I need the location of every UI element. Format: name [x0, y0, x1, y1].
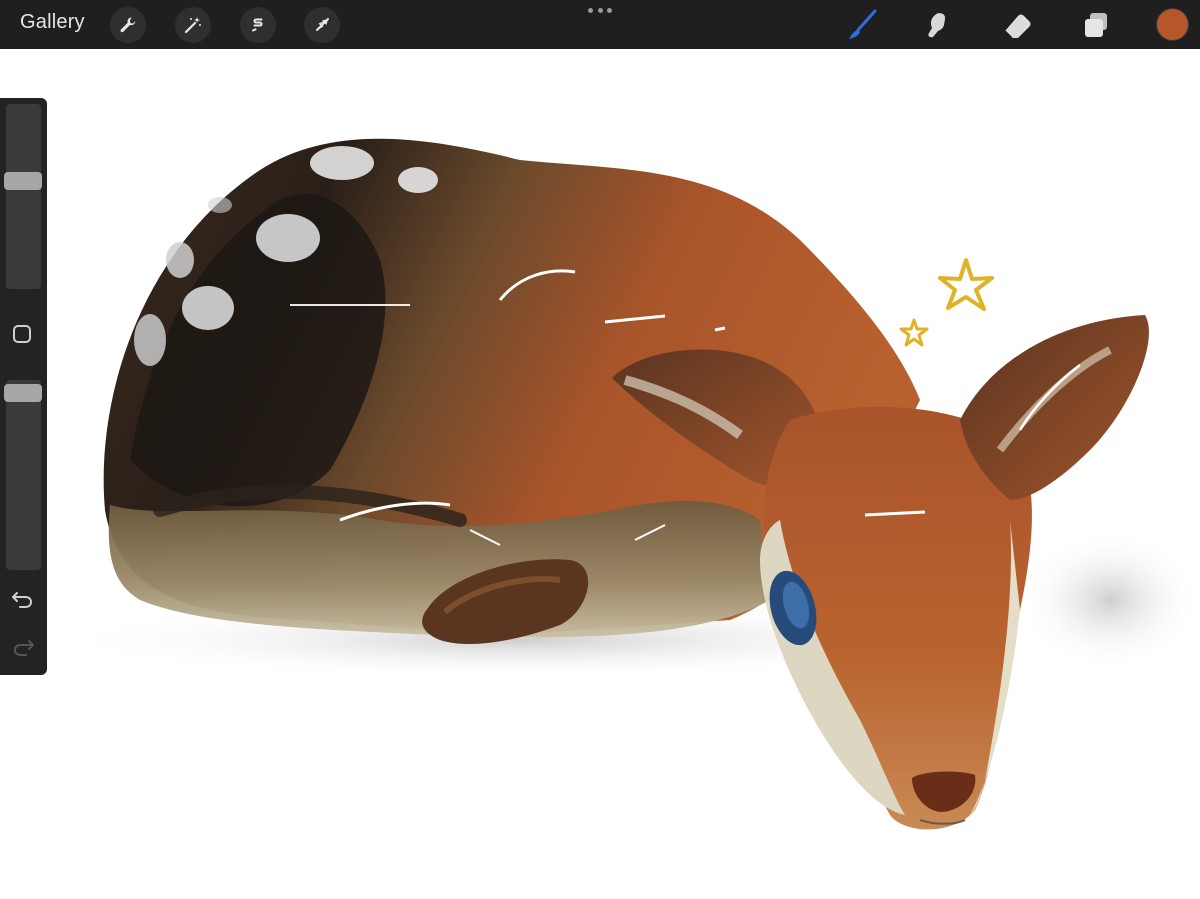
top-toolbar: Gallery — [0, 0, 1200, 49]
brush-icon — [849, 9, 877, 39]
drawing-canvas[interactable] — [0, 49, 1200, 894]
selection-button[interactable] — [240, 7, 276, 43]
smudge-button[interactable] — [922, 8, 956, 42]
layers-icon — [1085, 13, 1107, 37]
brush-size-slider[interactable] — [6, 104, 41, 289]
color-swatch[interactable] — [1157, 9, 1188, 40]
redo-icon — [13, 640, 34, 656]
actions-button[interactable] — [110, 7, 146, 43]
gallery-button[interactable]: Gallery — [20, 11, 85, 34]
smudge-icon — [928, 13, 946, 38]
opacity-slider[interactable] — [6, 380, 41, 570]
redo-button[interactable] — [10, 636, 36, 658]
undo-icon — [12, 592, 33, 608]
brush-size-thumb[interactable] — [4, 172, 42, 190]
transform-button[interactable] — [304, 7, 340, 43]
modify-button[interactable] — [13, 325, 31, 343]
opacity-thumb[interactable] — [4, 384, 42, 402]
undo-button[interactable] — [10, 588, 36, 610]
brush-button[interactable] — [845, 8, 879, 42]
magic-wand-icon — [184, 17, 201, 34]
eraser-button[interactable] — [1000, 8, 1034, 42]
wrench-icon — [120, 17, 136, 33]
layers-button[interactable] — [1079, 8, 1113, 42]
painting-fawn — [50, 138, 1200, 830]
eraser-icon — [1004, 14, 1031, 39]
more-options-icon[interactable] — [588, 4, 612, 16]
transform-arrow-icon — [316, 18, 329, 31]
left-sidebar — [0, 98, 47, 675]
selection-icon — [252, 18, 263, 32]
adjustments-button[interactable] — [175, 7, 211, 43]
